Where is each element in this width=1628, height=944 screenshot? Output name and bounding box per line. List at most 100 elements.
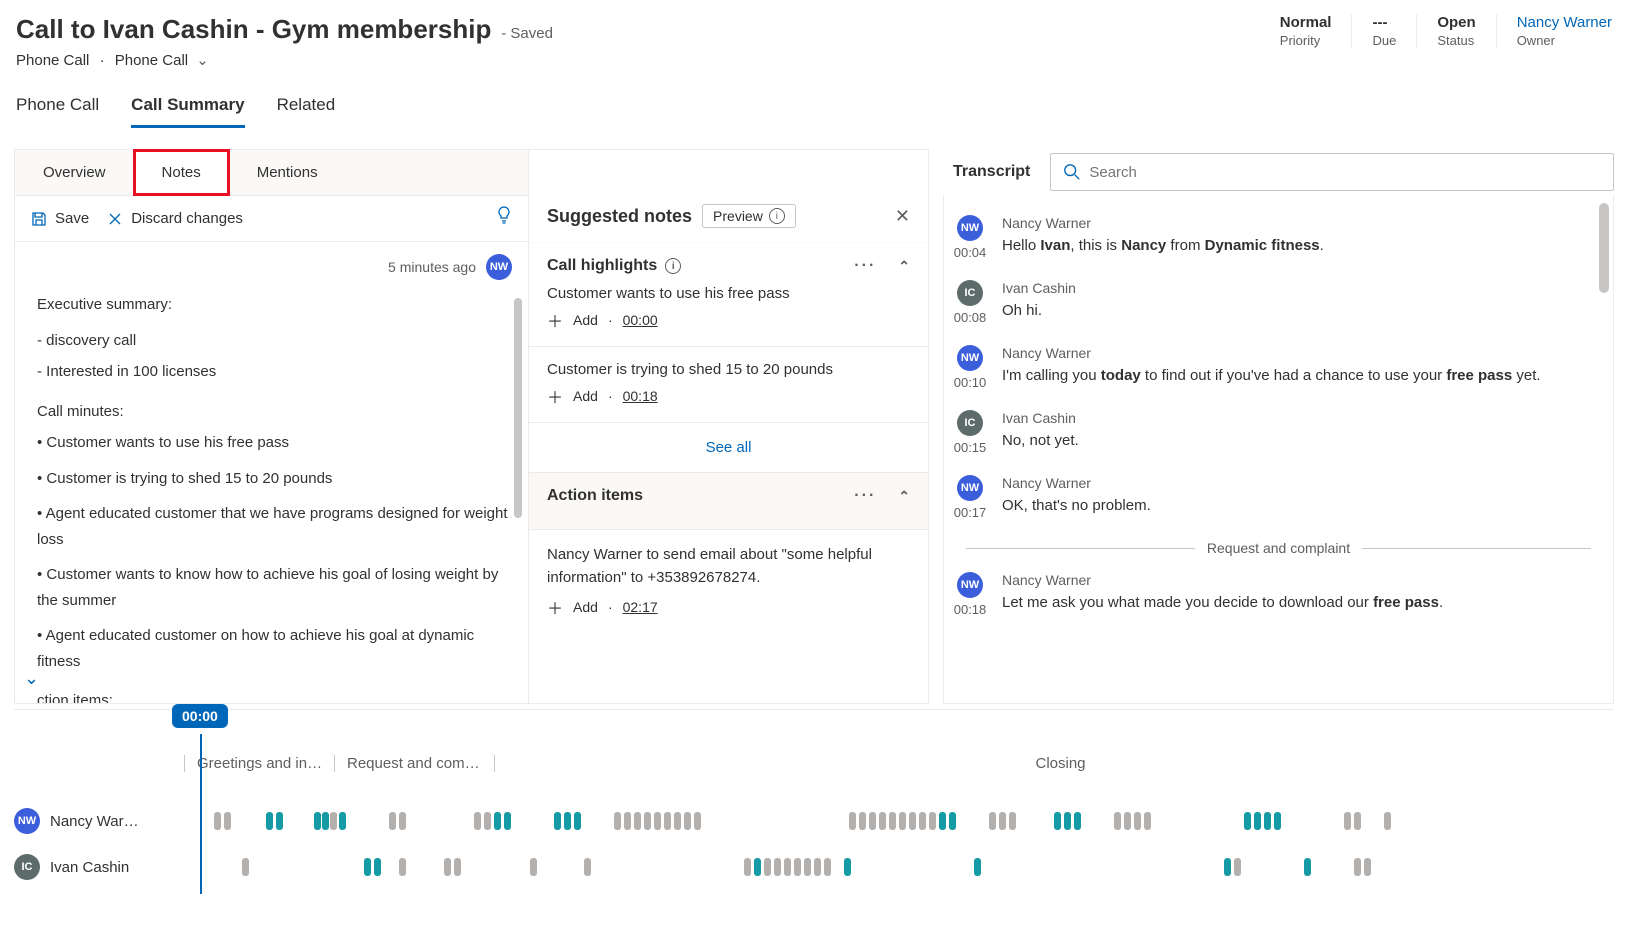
add-label[interactable]: Add <box>573 388 598 404</box>
note-line: • Agent educated customer that we have p… <box>37 501 510 552</box>
close-icon <box>107 211 123 227</box>
notes-panel: Overview Notes Mentions Save Discard cha… <box>14 149 529 704</box>
stat-value: Normal <box>1280 14 1332 31</box>
subtab-mentions[interactable]: Mentions <box>229 150 346 195</box>
entity-type: Phone Call <box>16 52 89 69</box>
see-all-link[interactable]: See all <box>529 423 928 472</box>
timeline-tracks: NW Nancy War… IC Ivan Cashin <box>14 798 1614 890</box>
more-icon[interactable]: ··· <box>854 257 876 275</box>
utterance-time: 00:08 <box>954 310 987 325</box>
speaker-name: Nancy Warner <box>1002 345 1603 361</box>
close-suggested-button[interactable]: ✕ <box>895 206 910 227</box>
preview-label: Preview <box>713 208 763 224</box>
transcript-panel: Transcript NW 00:04 Nancy Warner Hello I… <box>943 149 1614 704</box>
stat-status: Open Status <box>1417 14 1496 48</box>
utterance-time: 00:10 <box>954 375 987 390</box>
note-body[interactable]: Executive summary: - discovery call - In… <box>15 288 528 703</box>
playhead-time: 00:00 <box>172 704 228 728</box>
preview-button[interactable]: Preview i <box>702 204 796 228</box>
saved-indicator: - Saved <box>501 25 553 42</box>
timestamp-link[interactable]: 02:17 <box>623 599 658 615</box>
utterance-time: 00:04 <box>954 245 987 260</box>
plus-icon[interactable]: ＋ <box>547 308 563 332</box>
search-input[interactable] <box>1089 164 1601 181</box>
suggested-title: Suggested notes <box>547 206 692 227</box>
utterance-time: 00:17 <box>954 505 987 520</box>
collapse-chevron-icon[interactable]: ⌄ <box>24 668 39 689</box>
stat-label: Due <box>1372 33 1396 48</box>
track-bar[interactable] <box>184 812 1614 830</box>
segment-label[interactable]: Closing <box>494 755 1614 772</box>
note-line: Executive summary: <box>37 292 510 318</box>
discard-button[interactable]: Discard changes <box>107 210 243 227</box>
stat-owner[interactable]: Nancy Warner Owner <box>1497 14 1612 48</box>
speaker-name: Nancy Warner <box>1002 572 1603 588</box>
subtitle-separator: · <box>100 52 105 69</box>
tab-phone-call[interactable]: Phone Call <box>16 87 99 128</box>
stat-value: --- <box>1372 14 1396 31</box>
tab-related[interactable]: Related <box>277 87 336 128</box>
track-nancy: NW Nancy War… <box>14 798 1614 844</box>
scrollbar[interactable] <box>1599 203 1609 293</box>
content-row: Overview Notes Mentions Save Discard cha… <box>14 149 1614 704</box>
speaker-avatar: IC <box>957 410 983 436</box>
info-icon[interactable]: i <box>665 258 681 274</box>
tab-call-summary[interactable]: Call Summary <box>131 87 244 128</box>
add-highlight-row: ＋ Add · 00:18 <box>547 384 910 408</box>
call-highlights-section: Call highlights i ··· ⌃ Customer wants t… <box>529 243 928 347</box>
note-meta: 5 minutes ago NW <box>15 242 528 288</box>
utterance-text: Let me ask you what made you decide to d… <box>1002 592 1603 615</box>
record-title: Call to Ivan Cashin - Gym membership <box>16 14 491 44</box>
form-selector[interactable]: Phone Call <box>115 52 188 69</box>
speaker-name: Nancy Warner <box>1002 475 1603 491</box>
separator: · <box>608 312 613 328</box>
track-ivan: IC Ivan Cashin <box>14 844 1614 890</box>
owner-link[interactable]: Nancy Warner <box>1517 14 1612 31</box>
speaker-name: Ivan Cashin <box>1002 410 1603 426</box>
speaker-avatar: NW <box>957 345 983 371</box>
transcript-row: NW 00:10 Nancy Warner I'm calling you to… <box>954 345 1603 390</box>
main-tabs: Phone Call Call Summary Related <box>0 77 1628 129</box>
speaker-avatar: NW <box>957 475 983 501</box>
plus-icon[interactable]: ＋ <box>547 384 563 408</box>
highlight-item: Customer wants to use his free pass <box>547 285 910 302</box>
stat-due: --- Due <box>1352 14 1417 48</box>
chevron-down-icon[interactable]: ⌄ <box>196 51 209 69</box>
transcript-body[interactable]: NW 00:04 Nancy Warner Hello Ivan, this i… <box>943 195 1614 704</box>
timeline-panel: 00:00 Greetings and in… Request and com…… <box>14 709 1614 944</box>
add-label[interactable]: Add <box>573 312 598 328</box>
suggested-header: Suggested notes Preview i ✕ <box>529 150 928 243</box>
save-button[interactable]: Save <box>31 210 89 227</box>
timestamp-link[interactable]: 00:18 <box>623 388 658 404</box>
track-bar[interactable] <box>184 858 1614 876</box>
chevron-up-icon[interactable]: ⌃ <box>898 258 910 275</box>
subtab-notes[interactable]: Notes <box>134 150 229 195</box>
note-line: • Agent educated customer on how to achi… <box>37 623 510 674</box>
segment-label[interactable]: Greetings and in… <box>184 755 334 772</box>
action-items-section: Action items ··· ⌃ <box>529 472 928 530</box>
plus-icon[interactable]: ＋ <box>547 595 563 619</box>
lightbulb-icon[interactable] <box>496 206 512 231</box>
author-avatar: NW <box>486 254 512 280</box>
transcript-row: NW 00:18 Nancy Warner Let me ask you wha… <box>954 572 1603 617</box>
speaker-name: Nancy Warner <box>1002 215 1603 231</box>
note-line: Call minutes: <box>37 399 510 425</box>
scrollbar[interactable] <box>514 298 522 518</box>
segment-label[interactable]: Request and com… <box>334 755 494 772</box>
highlight-item-section: Customer is trying to shed 15 to 20 poun… <box>529 347 928 423</box>
save-icon <box>31 211 47 227</box>
stat-label: Priority <box>1280 33 1332 48</box>
subtab-overview[interactable]: Overview <box>15 150 134 195</box>
add-label[interactable]: Add <box>573 599 598 615</box>
playhead-marker[interactable]: 00:00 <box>172 704 228 728</box>
stat-label: Status <box>1437 33 1475 48</box>
timestamp-link[interactable]: 00:00 <box>623 312 658 328</box>
note-timestamp: 5 minutes ago <box>388 259 476 275</box>
separator: · <box>608 388 613 404</box>
chevron-up-icon[interactable]: ⌃ <box>898 488 910 505</box>
title-area: Call to Ivan Cashin - Gym membership - S… <box>16 14 553 69</box>
separator: · <box>608 599 613 615</box>
search-box[interactable] <box>1050 153 1614 191</box>
more-icon[interactable]: ··· <box>854 487 876 505</box>
suggested-notes-panel: Suggested notes Preview i ✕ Call highlig… <box>529 149 929 704</box>
